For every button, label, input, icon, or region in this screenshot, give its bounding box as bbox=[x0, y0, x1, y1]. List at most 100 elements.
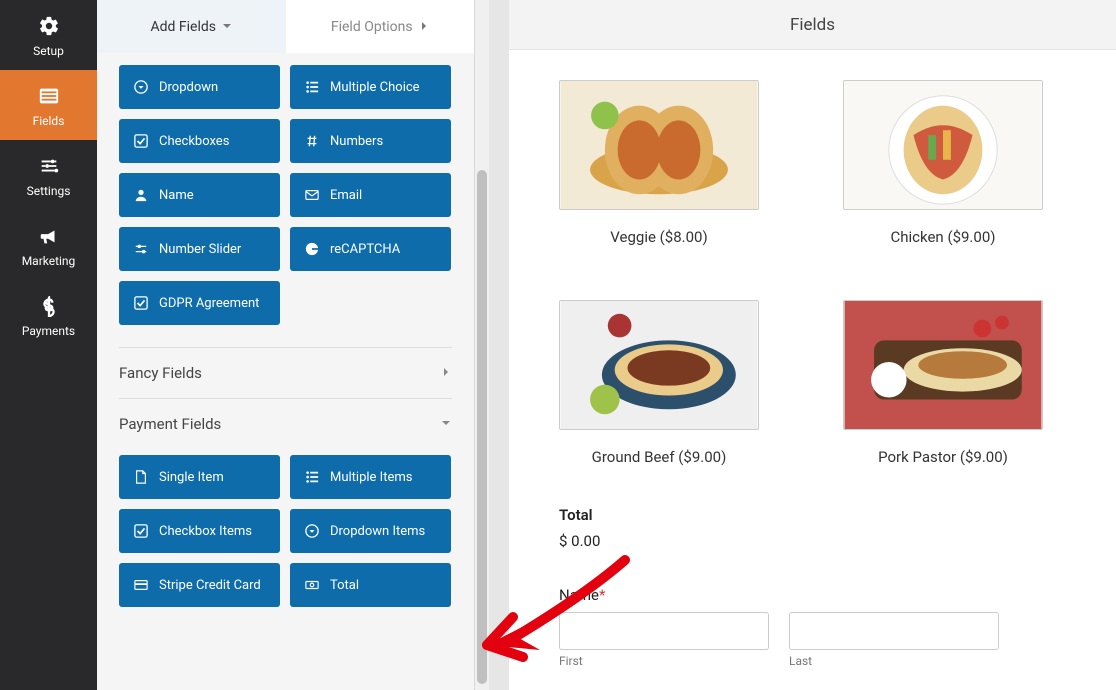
product-label: Ground Beef ($9.00) bbox=[559, 448, 759, 466]
hash-icon bbox=[304, 134, 320, 148]
chevron-down-icon bbox=[222, 19, 232, 35]
check-square-icon bbox=[133, 134, 149, 148]
product-image bbox=[843, 300, 1043, 430]
check-square-icon bbox=[133, 524, 149, 538]
field-dropdown-items[interactable]: Dropdown Items bbox=[290, 509, 451, 553]
field-label: Dropdown Items bbox=[330, 524, 425, 539]
list-icon bbox=[304, 470, 320, 484]
panel-tabs: Add Fields Field Options bbox=[97, 0, 474, 53]
field-label: Stripe Credit Card bbox=[159, 578, 261, 593]
field-label: Multiple Items bbox=[330, 470, 412, 485]
envelope-icon bbox=[304, 188, 320, 202]
first-name-input[interactable] bbox=[559, 612, 769, 650]
product-image bbox=[843, 80, 1043, 210]
field-label: Checkboxes bbox=[159, 134, 229, 149]
product-label: Pork Pastor ($9.00) bbox=[843, 448, 1043, 466]
name-field: Name* First Last bbox=[559, 586, 1090, 668]
panel-scrollbar[interactable] bbox=[475, 0, 489, 690]
field-gdpr[interactable]: GDPR Agreement bbox=[119, 281, 280, 325]
field-label: Single Item bbox=[159, 470, 224, 485]
svg-text:$: $ bbox=[43, 296, 54, 317]
gear-icon bbox=[37, 14, 61, 38]
nav-label: Payments bbox=[22, 324, 75, 338]
tab-label: Field Options bbox=[331, 19, 413, 35]
tab-label: Add Fields bbox=[151, 19, 217, 35]
section-fancy-fields[interactable]: Fancy Fields bbox=[119, 347, 452, 398]
chevron-down-icon bbox=[440, 415, 452, 433]
chevron-circle-icon bbox=[304, 524, 320, 538]
fields-panel: Add Fields Field Options Dropdown Multip… bbox=[97, 0, 475, 690]
panel-body: Dropdown Multiple Choice Checkboxes Numb… bbox=[97, 53, 474, 690]
nav-payments[interactable]: $ Payments bbox=[0, 280, 97, 350]
tab-add-fields[interactable]: Add Fields bbox=[97, 0, 286, 53]
field-label: Number Slider bbox=[159, 242, 241, 257]
field-checkboxes[interactable]: Checkboxes bbox=[119, 119, 280, 163]
section-label: Fancy Fields bbox=[119, 364, 202, 382]
field-multiple-choice[interactable]: Multiple Choice bbox=[290, 65, 451, 109]
field-total[interactable]: Total bbox=[290, 563, 451, 607]
field-label: Multiple Choice bbox=[330, 80, 420, 95]
standard-fields: Dropdown Multiple Choice Checkboxes Numb… bbox=[119, 65, 452, 325]
product-grid: Veggie ($8.00) Chicken ($9.00) Ground Be… bbox=[559, 80, 1090, 466]
last-sublabel: Last bbox=[789, 654, 999, 668]
field-stripe[interactable]: Stripe Credit Card bbox=[119, 563, 280, 607]
last-name-input[interactable] bbox=[789, 612, 999, 650]
nav-settings[interactable]: Settings bbox=[0, 140, 97, 210]
field-label: Checkbox Items bbox=[159, 524, 252, 539]
google-icon bbox=[304, 242, 320, 256]
name-label: Name* bbox=[559, 586, 1090, 604]
field-label: GDPR Agreement bbox=[159, 296, 259, 311]
section-label: Payment Fields bbox=[119, 415, 221, 433]
file-icon bbox=[133, 470, 149, 484]
field-label: Name bbox=[159, 188, 194, 203]
bullhorn-icon bbox=[37, 224, 61, 248]
field-checkbox-items[interactable]: Checkbox Items bbox=[119, 509, 280, 553]
tab-field-options[interactable]: Field Options bbox=[286, 0, 475, 53]
product-label: Chicken ($9.00) bbox=[843, 228, 1043, 246]
divider bbox=[489, 0, 509, 690]
credit-card-icon bbox=[133, 578, 149, 592]
list-icon bbox=[37, 84, 61, 108]
name-label-text: Name bbox=[559, 586, 599, 604]
field-label: Numbers bbox=[330, 134, 383, 149]
chevron-circle-icon bbox=[133, 80, 149, 94]
product-item[interactable]: Veggie ($8.00) bbox=[559, 80, 759, 246]
product-image bbox=[559, 300, 759, 430]
total-label: Total bbox=[559, 506, 1090, 524]
field-email[interactable]: Email bbox=[290, 173, 451, 217]
field-label: Email bbox=[330, 188, 362, 203]
field-multiple-items[interactable]: Multiple Items bbox=[290, 455, 451, 499]
section-payment-fields[interactable]: Payment Fields bbox=[119, 398, 452, 449]
main-nav: Setup Fields Settings Marketing $ Paymen… bbox=[0, 0, 97, 690]
product-item[interactable]: Chicken ($9.00) bbox=[843, 80, 1043, 246]
field-number-slider[interactable]: Number Slider bbox=[119, 227, 280, 271]
nav-fields[interactable]: Fields bbox=[0, 70, 97, 140]
field-label: Total bbox=[330, 578, 359, 593]
nav-setup[interactable]: Setup bbox=[0, 0, 97, 70]
field-recaptcha[interactable]: reCAPTCHA bbox=[290, 227, 451, 271]
product-item[interactable]: Ground Beef ($9.00) bbox=[559, 300, 759, 466]
total-value: $ 0.00 bbox=[559, 532, 1090, 550]
nav-label: Settings bbox=[27, 184, 71, 198]
field-single-item[interactable]: Single Item bbox=[119, 455, 280, 499]
first-sublabel: First bbox=[559, 654, 769, 668]
nav-label: Fields bbox=[33, 114, 65, 128]
field-label: Dropdown bbox=[159, 80, 218, 95]
user-icon bbox=[133, 188, 149, 202]
total-block: Total $ 0.00 bbox=[559, 506, 1090, 550]
preview-title: Fields bbox=[509, 0, 1116, 50]
check-square-icon bbox=[133, 296, 149, 310]
form-preview: Fields Veggie ($8.00) Chicken ($9.00) Gr… bbox=[509, 0, 1116, 690]
field-dropdown[interactable]: Dropdown bbox=[119, 65, 280, 109]
nav-label: Marketing bbox=[22, 254, 76, 268]
scrollbar-thumb[interactable] bbox=[477, 170, 487, 684]
product-image bbox=[559, 80, 759, 210]
money-icon bbox=[304, 578, 320, 592]
dollar-icon: $ bbox=[37, 294, 61, 318]
field-numbers[interactable]: Numbers bbox=[290, 119, 451, 163]
product-item[interactable]: Pork Pastor ($9.00) bbox=[843, 300, 1043, 466]
nav-marketing[interactable]: Marketing bbox=[0, 210, 97, 280]
field-label: reCAPTCHA bbox=[330, 242, 400, 257]
sliders-icon bbox=[37, 154, 61, 178]
field-name[interactable]: Name bbox=[119, 173, 280, 217]
